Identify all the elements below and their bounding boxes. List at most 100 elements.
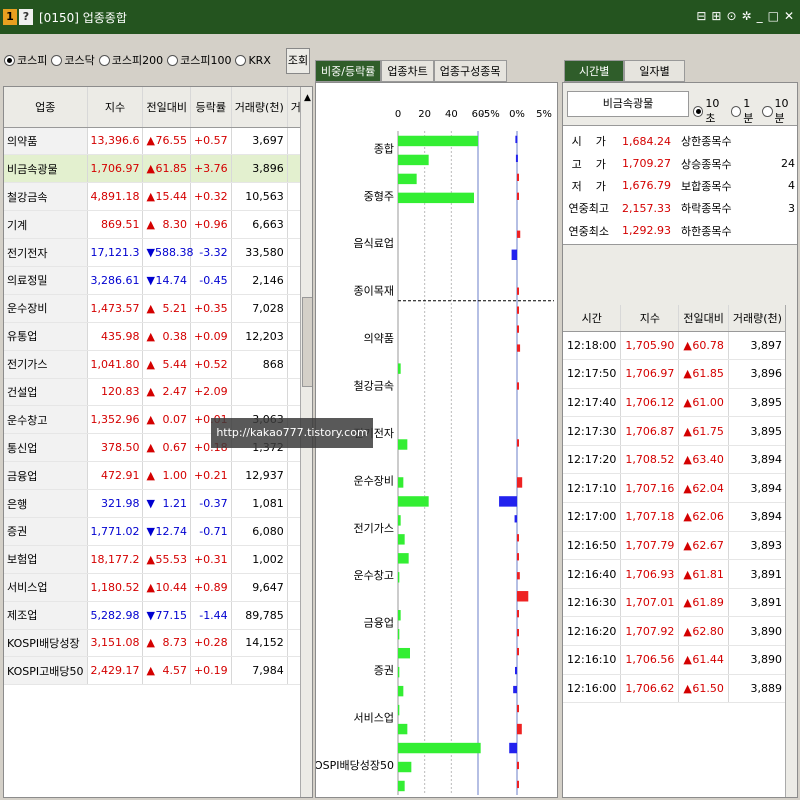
market-radio-4[interactable]: KRX — [235, 53, 271, 67]
column-header[interactable]: 전일대비 — [142, 87, 191, 128]
table-row[interactable]: 12:16:20 1,707.92 ▲ 62.80 3,890 — [563, 616, 788, 647]
column-header[interactable]: 거래량(천) — [231, 87, 288, 128]
column-header[interactable]: 지수 — [87, 87, 144, 128]
down-arrow-icon: ▼ — [146, 246, 155, 259]
sector-rate: +2.09 — [190, 378, 232, 407]
radio-label: 1분 — [743, 97, 754, 125]
info-value: 1,709.27 — [622, 157, 671, 171]
table-row[interactable]: 12:16:40 1,706.93 ▲ 61.81 3,891 — [563, 559, 788, 589]
sector-change: 2.47 — [162, 385, 187, 399]
radio-circle-icon[interactable] — [730, 106, 742, 117]
table-row[interactable]: 12:16:00 1,706.62 ▲ 61.50 3,889 — [563, 674, 788, 704]
market-radio-3[interactable]: 코스피100 — [167, 52, 231, 68]
table-row[interactable]: 의료정밀3,286.61▼14.74-0.452,1461.48 — [4, 266, 312, 295]
window-control-icon[interactable]: ✕ — [784, 9, 794, 23]
info-row: 하한종목수 — [677, 220, 797, 242]
table-row[interactable]: 12:17:20 1,708.52 ▲ 63.40 3,894 — [563, 445, 788, 475]
column-header[interactable]: 거래량(천) — [728, 305, 788, 332]
time-table-scrollbar[interactable] — [785, 305, 797, 797]
window-number-badge[interactable]: 1 — [3, 9, 17, 25]
table-row[interactable]: 증권1,771.02▼12.74-0.716,0804.18 — [4, 517, 312, 546]
market-radio-1[interactable]: 코스닥 — [51, 52, 95, 68]
volume-bar — [398, 742, 481, 754]
table-row[interactable]: 유통업435.98▲0.38+0.0912,2038.40 — [4, 322, 312, 351]
table-row[interactable]: 서비스업1,180.52▲10.44+0.899,6476.64 — [4, 573, 312, 602]
query-button[interactable]: 조회 — [286, 48, 310, 74]
column-header[interactable]: 등락률 — [190, 87, 232, 128]
window-control-icon[interactable]: ⊞ — [711, 9, 721, 23]
scroll-up-icon[interactable]: ▲ — [301, 93, 312, 103]
market-radio-0[interactable]: 코스피 — [4, 52, 47, 68]
table-row[interactable]: 12:17:30 1,706.87 ▲ 61.75 3,895 — [563, 416, 788, 446]
category-label: 서비스업 — [354, 711, 394, 724]
table-row[interactable]: 12:17:00 1,707.18 ▲ 62.06 3,894 — [563, 502, 788, 532]
table-row[interactable]: 12:17:50 1,706.97 ▲ 61.85 3,896 — [563, 359, 788, 389]
chart-tab-0[interactable]: 비중/등락률 — [315, 60, 382, 82]
window-control-icon[interactable]: ✲ — [742, 9, 752, 23]
radio-circle-icon[interactable] — [762, 106, 773, 117]
column-header[interactable]: 업종 — [4, 87, 88, 128]
table-row[interactable]: 건설업 120.83 ▲ 2.47 +2.09 — [4, 378, 312, 407]
table-row[interactable]: 은행321.98▼1.21-0.371,0810.74 — [4, 489, 312, 518]
sector-change: 77.15 — [155, 608, 187, 622]
radio-label: KRX — [248, 53, 271, 67]
column-header[interactable]: 전일대비 — [678, 305, 729, 332]
chart-tab-1[interactable]: 업종차트 — [381, 60, 434, 82]
radio-circle-icon[interactable] — [167, 54, 179, 66]
table-row[interactable]: 12:17:10 1,707.16 ▲ 62.04 3,894 — [563, 473, 788, 504]
table-row[interactable]: 보험업18,177.2▲55.53+0.311,0020.69 — [4, 545, 312, 574]
interval-radio-0[interactable]: 10초 — [693, 97, 728, 126]
volume-cell: 3,895 — [728, 416, 788, 446]
chart-tab-2[interactable]: 업종구성종목 — [433, 60, 507, 82]
column-header[interactable]: 지수 — [620, 305, 680, 332]
info-row: 저 가 1,676.79 — [563, 175, 675, 197]
table-row[interactable]: 금융업472.91▲1.00+0.2112,9378.90 — [4, 461, 312, 491]
table-row[interactable]: 의약품13,396.6▲76.55+0.573,6972.54 — [4, 127, 312, 156]
table-row[interactable]: KOSPI고배당502,429.17▲4.57+0.197,9845.49 — [4, 656, 312, 686]
rate-bar — [513, 685, 517, 694]
window-control-icon[interactable]: ⊙ — [726, 9, 736, 23]
table-row[interactable]: 비금속광물1,706.97▲61.85+3.763,8962.68 — [4, 154, 312, 184]
radio-circle-icon[interactable] — [693, 106, 704, 117]
table-row[interactable]: 운수장비1,473.57▲5.21+0.357,0284.84 — [4, 294, 312, 323]
table-row[interactable]: 12:17:40 1,706.12 ▲ 61.00 3,895 — [563, 388, 788, 418]
window-control-icon[interactable]: _ — [757, 9, 763, 23]
table-row[interactable]: 전기전자17,121.3▼588.38-3.3233,58023.10 — [4, 238, 312, 267]
table-row[interactable]: 기계869.51▲8.30+0.966,6634.58 — [4, 210, 312, 240]
interval-radio-2[interactable]: 10분 — [762, 97, 797, 126]
table-row[interactable]: KOSPI배당성장3,151.08▲8.73+0.2814,1529.74 — [4, 629, 312, 658]
sector-index: 3,151.08 — [87, 629, 144, 658]
column-header[interactable]: 시간 — [563, 305, 622, 332]
table-row[interactable]: 12:16:10 1,706.56 ▲ 61.44 3,890 — [563, 645, 788, 675]
selected-sector-field[interactable]: 비금속광물 — [567, 91, 689, 117]
radio-circle-icon[interactable] — [51, 54, 63, 66]
table-row[interactable]: 12:18:00 1,705.90 ▲ 60.78 3,897 — [563, 331, 788, 361]
sector-index: 1,473.57 — [87, 294, 144, 323]
sector-change: 10.44 — [155, 580, 187, 594]
table-row[interactable]: 12:16:30 1,707.01 ▲ 61.89 3,891 — [563, 588, 788, 618]
sector-change: 14.74 — [155, 273, 187, 287]
interval-radio-1[interactable]: 1분 — [730, 97, 759, 126]
rate-bar — [509, 742, 517, 754]
radio-circle-icon[interactable] — [235, 54, 247, 66]
rate-bar — [517, 477, 523, 488]
down-arrow-icon: ▼ — [146, 273, 155, 287]
table-row[interactable]: 철강금속4,891.18▲15.44+0.3210,5637.27 — [4, 182, 312, 212]
window-control-icon[interactable]: ⊟ — [696, 9, 706, 23]
window-control-icon[interactable]: □ — [768, 9, 779, 23]
scroll-thumb[interactable] — [302, 297, 312, 387]
sector-rate: +0.89 — [190, 573, 232, 602]
right-tab-0[interactable]: 시간별 — [564, 60, 625, 82]
market-radio-2[interactable]: 코스피200 — [98, 52, 163, 68]
radio-circle-icon[interactable] — [4, 54, 15, 66]
help-icon[interactable]: ? — [19, 9, 33, 25]
right-tab-1[interactable]: 일자별 — [624, 60, 685, 82]
table-row[interactable]: 제조업5,282.98▼77.15-1.4489,78561.77 — [4, 601, 312, 630]
radio-circle-icon[interactable] — [98, 54, 110, 66]
sector-rate: -3.32 — [190, 238, 232, 267]
change-cell: ▲ 61.81 — [678, 559, 729, 589]
table-row[interactable]: 12:16:50 1,707.79 ▲ 62.67 3,893 — [563, 531, 788, 561]
sector-rate: +0.31 — [190, 545, 232, 574]
table-row[interactable]: 전기가스1,041.80▲5.44+0.528680.60 — [4, 350, 312, 379]
sector-name: 기계 — [4, 210, 88, 240]
